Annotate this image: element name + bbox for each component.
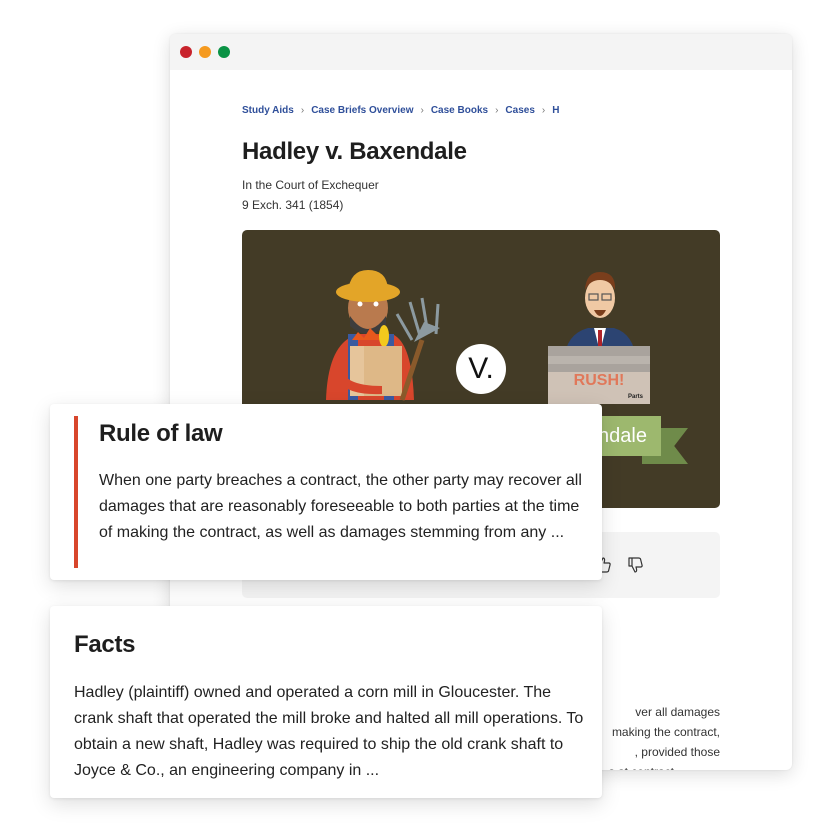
rule-of-law-card[interactable]: Rule of law When one party breaches a co… [50,404,602,580]
card-accent-bar [74,416,78,568]
box-sublabel: Parts [628,394,644,400]
breadcrumb-cases[interactable]: Cases [505,105,534,116]
case-citation: 9 Exch. 341 (1854) [242,198,344,212]
rule-of-law-title: Rule of law [99,420,223,447]
maximize-window-button[interactable] [218,46,230,58]
facts-card[interactable]: Facts Hadley (plaintiff) owned and opera… [50,606,602,798]
versus-badge: V. [456,344,506,394]
breadcrumb-case-books[interactable]: Case Books [431,105,488,116]
court-name: In the Court of Exchequer [242,178,379,192]
breadcrumb: Study Aids › Case Briefs Overview › Case… [242,105,720,116]
thumbs-down-icon[interactable] [626,556,644,574]
farmer-illustration [326,270,440,401]
breadcrumb-h[interactable]: H [552,105,559,116]
close-window-button[interactable] [180,46,192,58]
chevron-right-icon: › [420,105,424,116]
breadcrumb-case-briefs-overview[interactable]: Case Briefs Overview [311,105,413,116]
breadcrumb-study-aids[interactable]: Study Aids [242,105,294,116]
window-titlebar [170,34,792,70]
chevron-right-icon: › [541,105,546,116]
chevron-right-icon: › [495,105,499,116]
chevron-right-icon: › [300,105,305,116]
box-label: RUSH! [573,372,625,389]
rule-of-law-body: When one party breaches a contract, the … [99,472,582,541]
facts-body: Hadley (plaintiff) owned and operated a … [74,684,584,779]
page-title: Hadley v. Baxendale [242,138,467,165]
facts-title: Facts [74,631,136,658]
minimize-window-button[interactable] [199,46,211,58]
